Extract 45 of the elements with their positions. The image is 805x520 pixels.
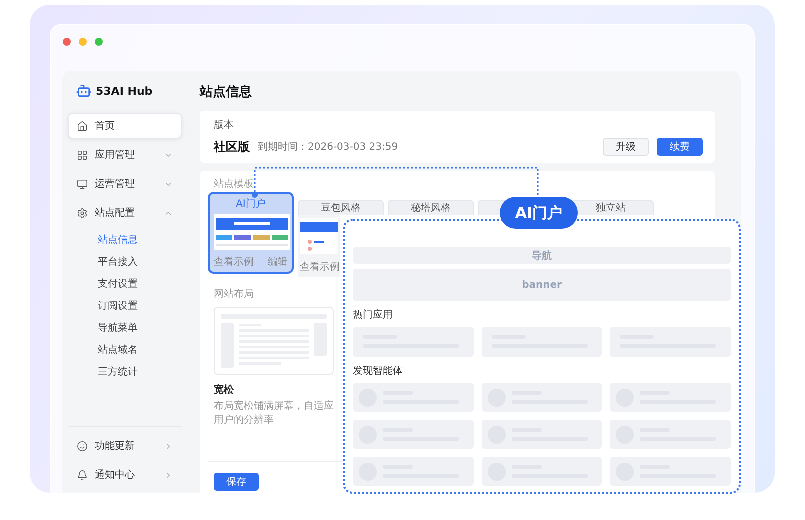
sub-nav-item[interactable]: 订阅设置 bbox=[68, 295, 182, 317]
nav-bar-mock: 导航 bbox=[353, 247, 731, 264]
layout-name: 宽松 bbox=[214, 383, 234, 397]
version-label: 版本 bbox=[214, 118, 235, 132]
close-dot-icon[interactable] bbox=[63, 38, 71, 46]
template-tab[interactable]: 秘塔风格 bbox=[388, 200, 474, 215]
chevron-right-icon bbox=[164, 470, 173, 480]
layout-description: 布局宽松铺满屏幕，自适应用户的分辨率 bbox=[214, 400, 334, 427]
sub-nav-item[interactable]: 站点域名 bbox=[68, 339, 182, 361]
nav-icon bbox=[77, 150, 88, 160]
section-label: 网站布局 bbox=[213, 288, 255, 301]
save-button[interactable]: 保存 bbox=[214, 473, 259, 491]
nav-item[interactable]: 通知中心 bbox=[68, 462, 182, 488]
smile-icon bbox=[77, 440, 88, 452]
section-label: 站点模板 bbox=[213, 178, 255, 191]
banner-mock: banner bbox=[353, 269, 731, 301]
expiry-text: 到期时间：2026-03-03 23:59 bbox=[258, 140, 400, 154]
nav-item[interactable]: 功能更新 bbox=[68, 433, 182, 459]
nav-item[interactable]: 首页 bbox=[68, 113, 182, 139]
upgrade-button[interactable]: 升级 bbox=[603, 138, 649, 156]
section-title: 热门应用 bbox=[353, 308, 394, 322]
edition-name: 社区版 bbox=[214, 138, 250, 156]
template-tab[interactable]: 豆包风格 bbox=[298, 200, 384, 215]
nav-icon bbox=[77, 120, 88, 132]
maximize-dot-icon[interactable] bbox=[95, 38, 103, 46]
sub-nav-item[interactable]: 站点信息 bbox=[68, 229, 182, 251]
sub-nav-item[interactable]: 平台接入 bbox=[68, 251, 182, 273]
chevron-right-icon bbox=[164, 442, 173, 450]
template-preview-drawing bbox=[300, 218, 338, 254]
robot-logo-icon bbox=[76, 83, 92, 99]
logo-text: 53AI Hub bbox=[96, 84, 153, 98]
nav-item[interactable]: 应用管理 bbox=[68, 142, 182, 168]
renew-button[interactable]: 续费 bbox=[657, 138, 703, 156]
nav-icon bbox=[77, 178, 88, 190]
sub-nav-item[interactable]: 三方统计 bbox=[68, 361, 182, 383]
sub-nav-item[interactable]: 导航菜单 bbox=[68, 317, 182, 339]
section-title: 发现智能体 bbox=[353, 364, 404, 378]
page-title: 站点信息 bbox=[200, 84, 253, 101]
nav-item[interactable]: 运营管理 bbox=[68, 171, 182, 197]
nav-icon bbox=[77, 208, 88, 218]
sub-nav-item[interactable]: 支付设置 bbox=[68, 273, 182, 295]
bell-icon bbox=[77, 470, 88, 480]
template-label-tooltip: AI门户 bbox=[500, 197, 578, 229]
nav-item[interactable]: 站点配置 bbox=[68, 200, 182, 226]
minimize-dot-icon[interactable] bbox=[79, 38, 87, 46]
